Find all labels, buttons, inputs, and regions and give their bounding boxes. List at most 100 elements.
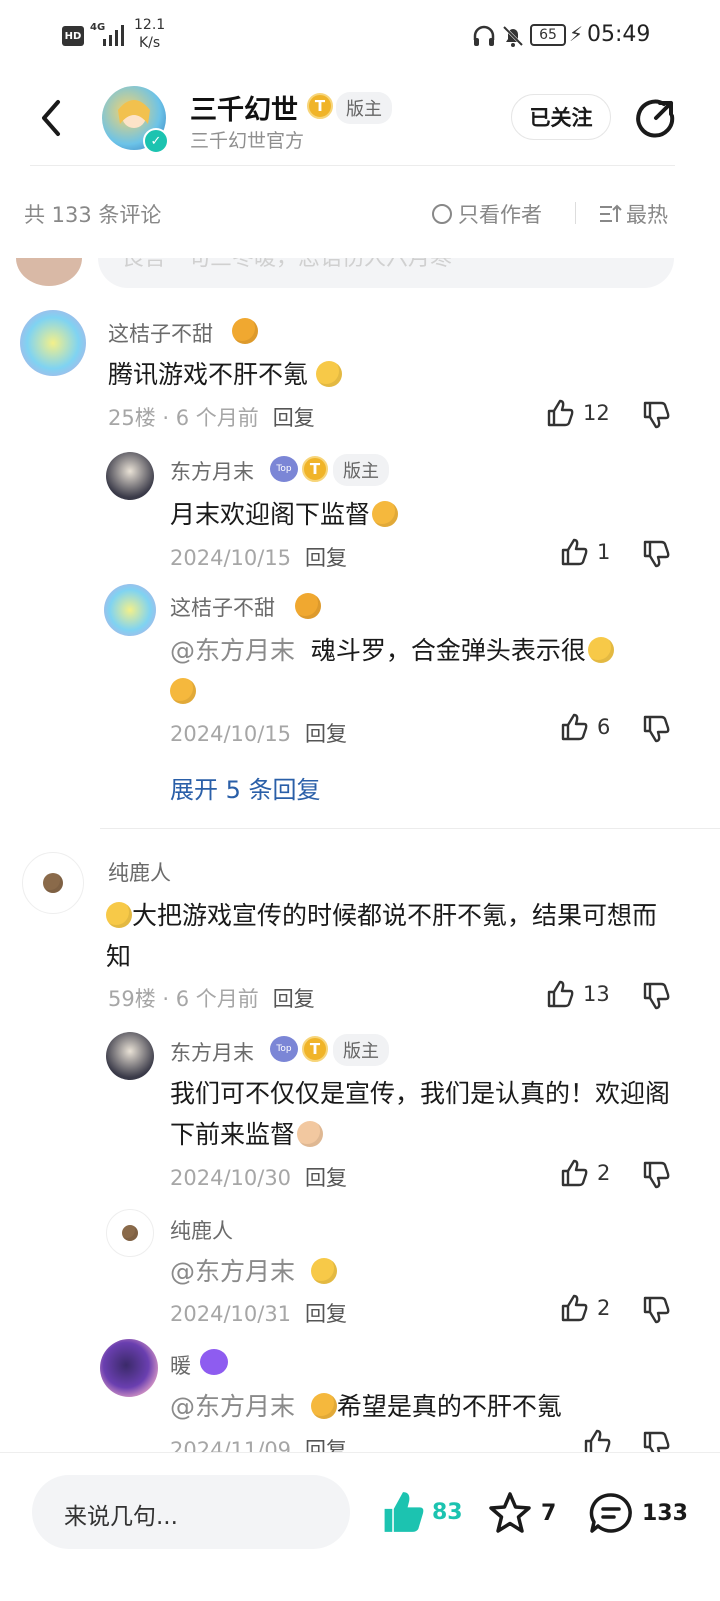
thumbs-up-icon	[561, 538, 588, 566]
back-button[interactable]	[36, 98, 72, 138]
face-emoji-icon	[170, 678, 196, 704]
expand-replies-link[interactable]: 展开 5 条回复	[170, 770, 321, 805]
level-emoji-icon	[295, 593, 321, 619]
dislike-button[interactable]	[641, 981, 671, 1015]
dislike-button[interactable]	[641, 714, 671, 748]
thumbs-up-icon	[561, 713, 588, 741]
share-button[interactable]	[634, 98, 676, 144]
like-button[interactable]: 1	[559, 537, 610, 567]
dislike-button[interactable]	[641, 400, 671, 434]
reply-text: @东方月末 希望是真的不肝不氪	[170, 1386, 562, 1427]
partial-comment: 良言一句三冬暖，恶语伤人六月寒	[0, 258, 720, 290]
clock: 05:49	[587, 22, 651, 47]
reply-text: @东方月末	[170, 1251, 337, 1292]
radio-circle-icon	[432, 204, 452, 224]
reply-username[interactable]: 东方月末	[170, 456, 254, 486]
face-emoji-icon	[310, 1393, 337, 1419]
battery-level: 65	[539, 27, 557, 43]
like-button[interactable]: 13	[545, 979, 610, 1009]
crying-emoji-icon	[310, 1258, 337, 1284]
sort-icon	[600, 204, 622, 222]
reply-avatar[interactable]	[106, 1032, 154, 1080]
like-button[interactable]: 2	[559, 1158, 610, 1188]
top-badge-icon: Top	[270, 1036, 298, 1062]
thumbs-up-icon	[561, 1294, 588, 1322]
level-emoji-icon	[232, 318, 258, 344]
level-t-icon: T	[307, 93, 333, 119]
toolbar-separator	[575, 202, 576, 224]
reply-date: 2024/10/15	[170, 722, 292, 746]
level-t-icon: T	[302, 456, 328, 482]
thumbs-up-filled-icon	[384, 1492, 424, 1532]
reply-button[interactable]: 回复	[305, 1166, 347, 1190]
reply-text: 我们可不仅仅是宣传，我们是认真的！欢迎阁下前来监督	[170, 1073, 670, 1155]
reply-username[interactable]: 这桔子不甜	[170, 592, 275, 622]
avatar[interactable]	[20, 310, 86, 376]
reply-button[interactable]: 回复	[305, 546, 347, 570]
comment-item: 纯鹿人 大把游戏宣传的时候都说不肝不氪，结果可想而知 59楼 · 6 个月前 回复…	[0, 845, 720, 1462]
reply-username[interactable]: 暖	[170, 1350, 191, 1380]
reply-button[interactable]: 回复	[305, 1302, 347, 1326]
comment-input-placeholder: 来说几句...	[64, 1504, 178, 1530]
like-button[interactable]: 6	[559, 712, 610, 742]
comment-input[interactable]: 来说几句...	[32, 1475, 350, 1549]
comment-username[interactable]: 纯鹿人	[108, 857, 171, 887]
reply-text-content: 希望是真的不肝不氪	[336, 1392, 562, 1421]
star-icon	[489, 1492, 531, 1533]
mention-link[interactable]: @东方月末	[170, 636, 295, 665]
reply-button[interactable]: 回复	[273, 406, 315, 430]
like-count: 6	[597, 715, 611, 739]
like-post-button[interactable]: 83	[380, 1489, 463, 1535]
thumbs-down-icon	[643, 1296, 670, 1324]
battery-icon: 65	[530, 24, 566, 46]
thumbs-down-icon	[643, 540, 670, 568]
sort-button[interactable]: 最热	[598, 199, 668, 229]
like-button[interactable]: 12	[545, 398, 610, 428]
smile-emoji-icon	[315, 361, 342, 387]
comment-count: 共 133 条评论	[24, 203, 162, 227]
reply-avatar[interactable]	[106, 452, 154, 500]
reply-meta: 2024/10/15 回复	[170, 542, 347, 572]
comment-text: 大把游戏宣传的时候都说不肝不氪，结果可想而知	[106, 895, 666, 977]
back-arrow-icon	[42, 100, 60, 136]
top-badge-icon: Top	[270, 456, 298, 482]
reply-avatar[interactable]	[106, 1209, 154, 1257]
mention-link[interactable]: @东方月末	[170, 1392, 295, 1421]
moderator-badge: 版主	[333, 454, 389, 486]
like-button[interactable]: 2	[559, 1293, 610, 1323]
dislike-button[interactable]	[641, 1160, 671, 1194]
reply-button[interactable]: 回复	[273, 987, 315, 1011]
thumbs-down-icon	[643, 982, 670, 1010]
reply-text-content: 月末欢迎阁下监督	[170, 500, 371, 529]
author-only-toggle[interactable]: 只看作者	[432, 199, 542, 229]
reply-date: 2024/10/31	[170, 1302, 292, 1326]
avatar-emoji-icon	[122, 1225, 138, 1241]
comments-button[interactable]: 133	[588, 1491, 688, 1535]
reply-username[interactable]: 纯鹿人	[170, 1215, 233, 1245]
avatar[interactable]	[22, 852, 84, 914]
reply-text: 月末欢迎阁下监督	[170, 494, 399, 535]
reply-avatar[interactable]	[104, 584, 156, 636]
follow-label: 已关注	[529, 106, 593, 130]
thumbs-up-icon	[547, 399, 574, 427]
follow-button[interactable]: 已关注	[511, 94, 611, 140]
reply-button[interactable]: 回复	[305, 722, 347, 746]
bottom-bar: 来说几句... 83 7 133	[0, 1452, 720, 1601]
reply-avatar[interactable]	[100, 1339, 158, 1397]
thumbs-down-icon	[643, 401, 670, 429]
reply-username[interactable]: 东方月末	[170, 1037, 254, 1067]
hearts-emoji-icon	[372, 501, 399, 527]
thumbs-up-icon	[547, 980, 574, 1008]
crying-emoji-icon	[106, 902, 132, 928]
mention-link[interactable]: @东方月末	[170, 1257, 295, 1286]
reply-text-content: 我们可不仅仅是宣传，我们是认真的！欢迎阁下前来监督	[170, 1079, 671, 1149]
comment-bubble-icon	[589, 1493, 632, 1533]
comment-username[interactable]: 这桔子不甜	[108, 318, 213, 348]
favorite-button[interactable]: 7	[487, 1491, 556, 1535]
floor-time: 25楼 · 6 个月前	[108, 406, 259, 430]
like-count: 2	[597, 1296, 611, 1320]
dislike-button[interactable]	[641, 539, 671, 573]
headphones-icon	[472, 24, 496, 52]
dislike-button[interactable]	[641, 1295, 671, 1329]
moderator-badge: 版主	[336, 92, 392, 124]
